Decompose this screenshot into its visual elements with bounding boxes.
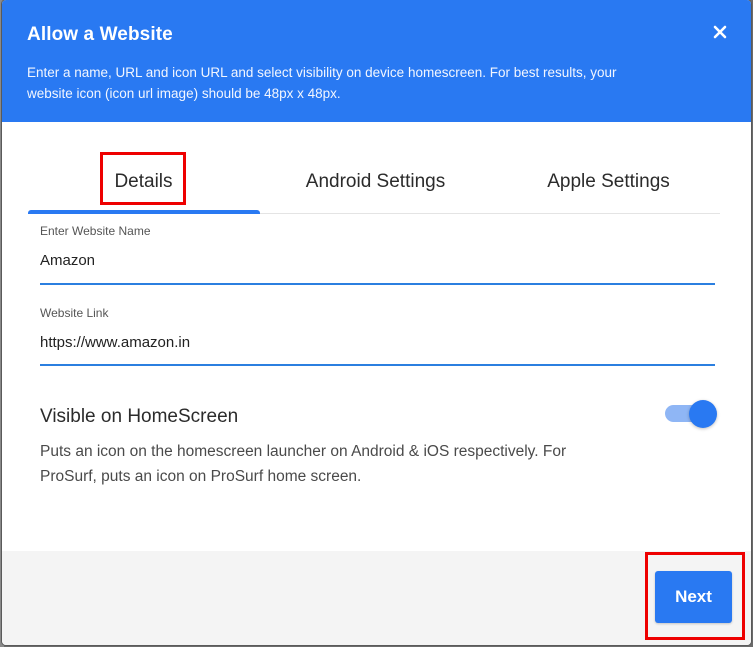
- visible-homescreen-toggle[interactable]: [665, 400, 717, 428]
- toggle-knob: [689, 400, 717, 428]
- tab-apple-settings[interactable]: Apple Settings: [493, 150, 724, 214]
- close-button[interactable]: [708, 20, 732, 44]
- website-name-field: Enter Website Name: [40, 222, 715, 285]
- dialog-title: Allow a Website: [27, 24, 173, 45]
- website-link-field: Website Link: [40, 304, 715, 366]
- visible-homescreen-title: Visible on HomeScreen: [40, 406, 239, 427]
- visible-homescreen-description: Puts an icon on the homescreen launcher …: [40, 443, 567, 485]
- website-name-input[interactable]: [40, 252, 700, 269]
- active-tab-indicator: [28, 210, 260, 214]
- dialog-description: Enter a name, URL and icon URL and selec…: [27, 65, 617, 101]
- tab-android-settings[interactable]: Android Settings: [260, 150, 491, 214]
- next-button[interactable]: Next: [655, 571, 732, 623]
- close-icon: [713, 25, 727, 39]
- website-link-label: Website Link: [40, 306, 109, 320]
- dialog-header: Allow a Website Enter a name, URL and ic…: [2, 0, 751, 122]
- tab-details[interactable]: Details: [28, 150, 259, 214]
- dialog-footer: [2, 551, 751, 645]
- website-name-label: Enter Website Name: [40, 224, 151, 238]
- tab-bar: Details Android Settings Apple Settings: [28, 150, 720, 214]
- website-link-input[interactable]: [40, 334, 700, 351]
- allow-website-dialog: Allow a Website Enter a name, URL and ic…: [2, 0, 751, 645]
